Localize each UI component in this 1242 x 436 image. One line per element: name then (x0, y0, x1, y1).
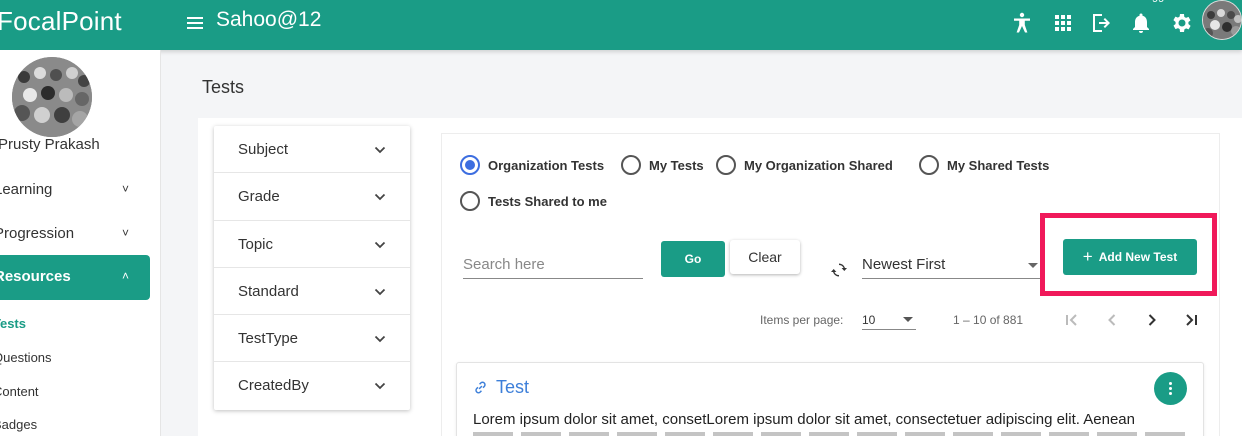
sort-value: Newest First (862, 256, 946, 273)
filter-label: Grade (238, 188, 280, 206)
sidebar-item-progression[interactable]: Progression ˅ (0, 214, 150, 254)
logout-icon[interactable] (1090, 11, 1114, 35)
org-name: Sahoo@12 (216, 8, 322, 31)
chevron-down-icon (374, 146, 386, 154)
dropdown-arrow-icon (903, 317, 913, 322)
sidebar-item-label: Progression (0, 225, 75, 242)
chevron-down-icon (374, 194, 386, 201)
top-bar: FocalPoint Sahoo@12 99 (0, 0, 1242, 50)
sidebar-item-label: Resources (0, 268, 71, 285)
sidebar-item-learning[interactable]: Learning ˅ (0, 170, 150, 210)
sidebar-sub-badges[interactable]: Badges (0, 417, 37, 432)
menu-icon[interactable] (187, 14, 203, 34)
profile-name: Prusty Prakash (0, 136, 100, 153)
radio-button-icon (460, 155, 480, 175)
radio-label: My Organization Shared (744, 157, 893, 173)
gear-icon[interactable] (1169, 11, 1193, 35)
filter-label: Subject (238, 141, 289, 158)
accessibility-icon[interactable] (1010, 11, 1034, 35)
add-new-test-button[interactable]: + Add New Test (1063, 239, 1197, 275)
test-description: Lorem ipsum dolor sit amet, consetLorem … (473, 411, 1135, 428)
sidebar-item-label: Learning (0, 181, 53, 198)
filter-createdby[interactable]: CreatedBy (214, 362, 410, 409)
notification-count: 99 (1152, 0, 1164, 5)
add-new-test-label: Add New Test (1098, 250, 1178, 264)
dropdown-arrow-icon (1028, 263, 1038, 268)
next-page-icon[interactable] (1142, 310, 1162, 330)
radio-label: Tests Shared to me (488, 193, 607, 209)
radio-tests-shared-to-me[interactable]: Tests Shared to me (460, 190, 607, 212)
filter-label: CreatedBy (238, 377, 309, 395)
chevron-up-icon: ˄ (122, 269, 130, 283)
more-options-icon[interactable] (1154, 372, 1187, 405)
link-icon (475, 381, 486, 394)
chevron-down-icon (374, 383, 386, 390)
sidebar: Prusty Prakash Learning ˅ Progression ˅ … (0, 50, 161, 436)
user-avatar[interactable] (1202, 0, 1242, 40)
brand-logo[interactable]: FocalPoint (0, 6, 122, 37)
sidebar-sub-questions[interactable]: Questions (0, 350, 52, 365)
apps-grid-icon[interactable] (1051, 11, 1075, 35)
radio-button-icon (716, 155, 736, 175)
search-input[interactable] (463, 256, 643, 273)
filter-label: Standard (238, 282, 299, 300)
radio-my-shared-tests[interactable]: My Shared Tests (919, 154, 1049, 176)
filter-standard[interactable]: Standard (214, 268, 410, 316)
radio-my-organization-shared[interactable]: My Organization Shared (716, 154, 893, 176)
radio-organization-tests[interactable]: Organization Tests (460, 154, 604, 176)
chevron-down-icon (374, 241, 386, 248)
sidebar-sub-tests[interactable]: Tests (0, 316, 26, 331)
profile-avatar[interactable] (12, 57, 92, 137)
filter-grade[interactable]: Grade (214, 173, 410, 221)
filter-subject[interactable]: Subject (214, 126, 410, 174)
items-per-page-label: Items per page: (760, 313, 844, 327)
chevron-down-icon: ˅ (122, 182, 130, 196)
chevron-down-icon (374, 288, 386, 296)
radio-button-icon (460, 191, 480, 211)
radio-label: My Shared Tests (947, 157, 1050, 173)
page-range: 1 – 10 of 881 (953, 313, 1024, 327)
filter-label: Topic (238, 235, 274, 253)
filter-topic[interactable]: Topic (214, 221, 410, 268)
filter-panel: Subject Grade Topic Standard TestType Cr… (214, 126, 410, 410)
page-title: Tests (202, 77, 245, 97)
clear-button[interactable]: Clear (730, 240, 800, 274)
sidebar-item-resources[interactable]: Resources ˄ (0, 255, 150, 300)
page-size-value: 10 (862, 313, 876, 327)
radio-label: Organization Tests (488, 157, 605, 173)
radio-button-icon (919, 155, 939, 175)
test-title[interactable]: Test (496, 377, 529, 398)
filter-testtype[interactable]: TestType (214, 315, 410, 363)
go-button[interactable]: Go (661, 241, 725, 277)
sort-select[interactable]: Newest First (862, 252, 1042, 279)
radio-label: My Tests (649, 157, 704, 173)
search-field (463, 252, 643, 279)
sidebar-sub-content[interactable]: Content (0, 384, 39, 399)
test-description-overflow (473, 432, 1193, 436)
sync-icon[interactable] (831, 262, 847, 278)
radio-button-icon (621, 155, 641, 175)
first-page-icon[interactable] (1062, 310, 1082, 330)
previous-page-icon[interactable] (1102, 310, 1122, 330)
chevron-down-icon: ˅ (122, 226, 130, 240)
bell-icon[interactable] (1129, 11, 1153, 35)
filter-label: TestType (238, 330, 299, 348)
plus-icon: + (1082, 247, 1093, 266)
last-page-icon[interactable] (1181, 310, 1201, 330)
chevron-down-icon (374, 336, 386, 343)
page-size-select[interactable]: 10 (862, 310, 916, 330)
radio-my-tests[interactable]: My Tests (621, 154, 704, 176)
